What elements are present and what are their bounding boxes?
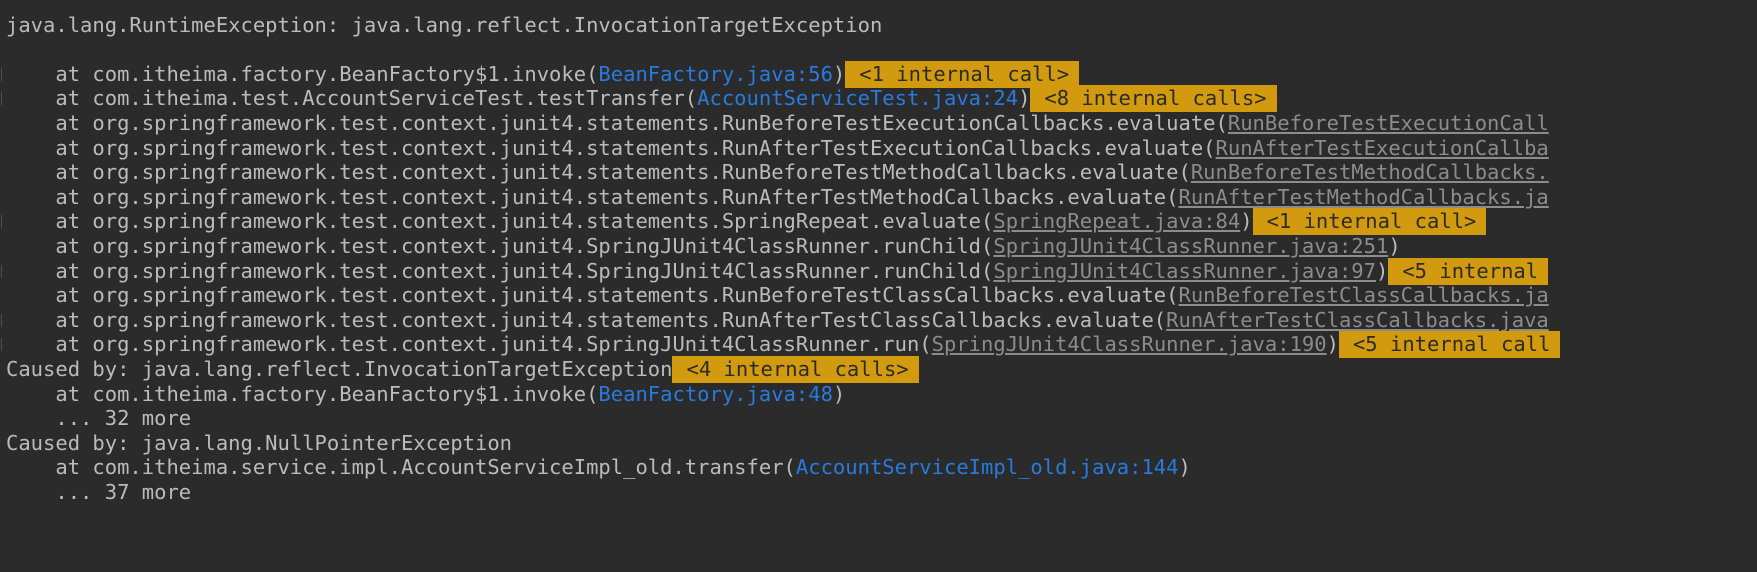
source-file-link[interactable]: SpringJUnit4ClassRunner.java:251 bbox=[993, 234, 1388, 258]
source-file-link[interactable]: AccountServiceImpl_old.java:144 bbox=[796, 455, 1179, 479]
console-line: ... 37 more bbox=[0, 479, 1757, 506]
console-line: java.lang.RuntimeException: java.lang.re… bbox=[0, 12, 1757, 39]
closing-paren: ) bbox=[1018, 86, 1031, 111]
console-line: at org.springframework.test.context.juni… bbox=[0, 282, 1757, 309]
closing-paren: ) bbox=[1388, 233, 1401, 258]
stack-frame-text: at org.springframework.test.context.juni… bbox=[6, 332, 932, 357]
stack-frame-text: at org.springframework.test.context.juni… bbox=[6, 110, 1228, 135]
source-file-link[interactable]: SpringJUnit4ClassRunner.java:190 bbox=[932, 332, 1327, 356]
closing-paren: ) bbox=[832, 381, 846, 406]
fold-gutter-icon[interactable] bbox=[1, 264, 5, 278]
console-line: at org.springframework.test.context.juni… bbox=[0, 233, 1757, 260]
source-file-link[interactable]: RunAfterTestMethodCallbacks.ja bbox=[1179, 185, 1549, 209]
console-line: at com.itheima.service.impl.AccountServi… bbox=[0, 454, 1757, 481]
source-file-link[interactable]: BeanFactory.java:48 bbox=[598, 382, 833, 406]
stack-frame-text: at org.springframework.test.context.juni… bbox=[6, 283, 1179, 308]
console-line: at com.itheima.factory.BeanFactory$1.inv… bbox=[0, 381, 1757, 408]
console-line: at org.springframework.test.context.juni… bbox=[0, 331, 1757, 359]
stack-frame-text: at com.itheima.test.AccountServiceTest.t… bbox=[6, 86, 698, 111]
stack-frame-text: Caused by: java.lang.reflect.InvocationT… bbox=[6, 356, 673, 381]
closing-paren: ) bbox=[832, 61, 846, 86]
console-line: at org.springframework.test.context.juni… bbox=[0, 135, 1757, 162]
console-line: at org.springframework.test.context.juni… bbox=[0, 208, 1757, 236]
console-line: at org.springframework.test.context.juni… bbox=[0, 257, 1757, 285]
stack-frame-text: at org.springframework.test.context.juni… bbox=[6, 233, 994, 258]
stack-frame-text: at com.itheima.factory.BeanFactory$1.inv… bbox=[6, 381, 599, 406]
stack-frame-text: ... 37 more bbox=[6, 479, 192, 504]
fold-gutter-icon[interactable] bbox=[1, 313, 5, 327]
stack-frame-text: at org.springframework.test.context.juni… bbox=[6, 258, 994, 283]
stack-frame-text: at org.springframework.test.context.juni… bbox=[6, 160, 1191, 185]
console-line: at org.springframework.test.context.juni… bbox=[0, 307, 1757, 334]
console-line: ... 32 more bbox=[0, 405, 1757, 432]
stack-frame-text: at org.springframework.test.context.juni… bbox=[6, 184, 1179, 209]
source-file-link[interactable]: RunBeforeTestClassCallbacks.ja bbox=[1179, 283, 1549, 307]
fold-gutter-icon[interactable] bbox=[1, 215, 5, 229]
internal-calls-badge[interactable]: <8 internal calls> bbox=[1030, 85, 1277, 113]
console-line: Caused by: java.lang.reflect.InvocationT… bbox=[0, 355, 1757, 383]
internal-calls-badge[interactable]: <5 internal call bbox=[1338, 331, 1561, 359]
source-file-link[interactable]: RunAfterTestExecutionCallba bbox=[1216, 136, 1549, 160]
internal-calls-badge[interactable]: <5 internal bbox=[1388, 257, 1549, 285]
closing-paren: ) bbox=[1240, 209, 1253, 234]
source-file-link[interactable]: SpringJUnit4ClassRunner.java:97 bbox=[993, 259, 1376, 283]
stack-frame-text: ... 32 more bbox=[6, 406, 192, 431]
fold-gutter-icon[interactable] bbox=[1, 67, 5, 81]
closing-paren: ) bbox=[1326, 332, 1339, 357]
closing-paren: ) bbox=[1178, 455, 1191, 480]
fold-gutter-icon[interactable] bbox=[1, 92, 5, 106]
source-file-link[interactable]: RunAfterTestClassCallbacks.java bbox=[1166, 308, 1549, 332]
closing-paren: ) bbox=[1375, 258, 1389, 283]
stack-frame-text: at com.itheima.factory.BeanFactory$1.inv… bbox=[6, 61, 599, 86]
stack-frame-text: Caused by: java.lang.NullPointerExceptio… bbox=[6, 430, 513, 455]
source-file-link[interactable]: SpringRepeat.java:84 bbox=[993, 209, 1240, 233]
source-file-link[interactable]: AccountServiceTest.java:24 bbox=[697, 86, 1018, 110]
console-line: at org.springframework.test.context.juni… bbox=[0, 110, 1757, 137]
stack-frame-text: at org.springframework.test.context.juni… bbox=[6, 135, 1216, 160]
internal-calls-badge[interactable]: <1 internal call> bbox=[1252, 208, 1487, 236]
console-line: at org.springframework.test.context.juni… bbox=[0, 184, 1757, 211]
console-line: at com.itheima.factory.BeanFactory$1.inv… bbox=[0, 60, 1757, 88]
stack-frame-text: java.lang.RuntimeException: java.lang.re… bbox=[6, 12, 883, 37]
source-file-link[interactable]: BeanFactory.java:56 bbox=[598, 62, 833, 86]
console-line: Caused by: java.lang.NullPointerExceptio… bbox=[0, 430, 1757, 457]
console-line: at org.springframework.test.context.juni… bbox=[0, 159, 1757, 186]
stack-frame-text: at org.springframework.test.context.juni… bbox=[6, 307, 1167, 332]
source-file-link[interactable]: RunBeforeTestMethodCallbacks. bbox=[1191, 160, 1549, 184]
stack-frame-text: at org.springframework.test.context.juni… bbox=[6, 209, 994, 234]
internal-calls-badge[interactable]: <4 internal calls> bbox=[672, 355, 919, 383]
console-output: java.lang.RuntimeException: java.lang.re… bbox=[0, 0, 1757, 572]
stack-frame-text: at com.itheima.service.impl.AccountServi… bbox=[6, 455, 796, 480]
console-line: at com.itheima.test.AccountServiceTest.t… bbox=[0, 85, 1757, 113]
fold-gutter-icon[interactable] bbox=[1, 338, 5, 352]
source-file-link[interactable]: RunBeforeTestExecutionCall bbox=[1228, 111, 1549, 135]
internal-calls-badge[interactable]: <1 internal call> bbox=[845, 60, 1080, 88]
